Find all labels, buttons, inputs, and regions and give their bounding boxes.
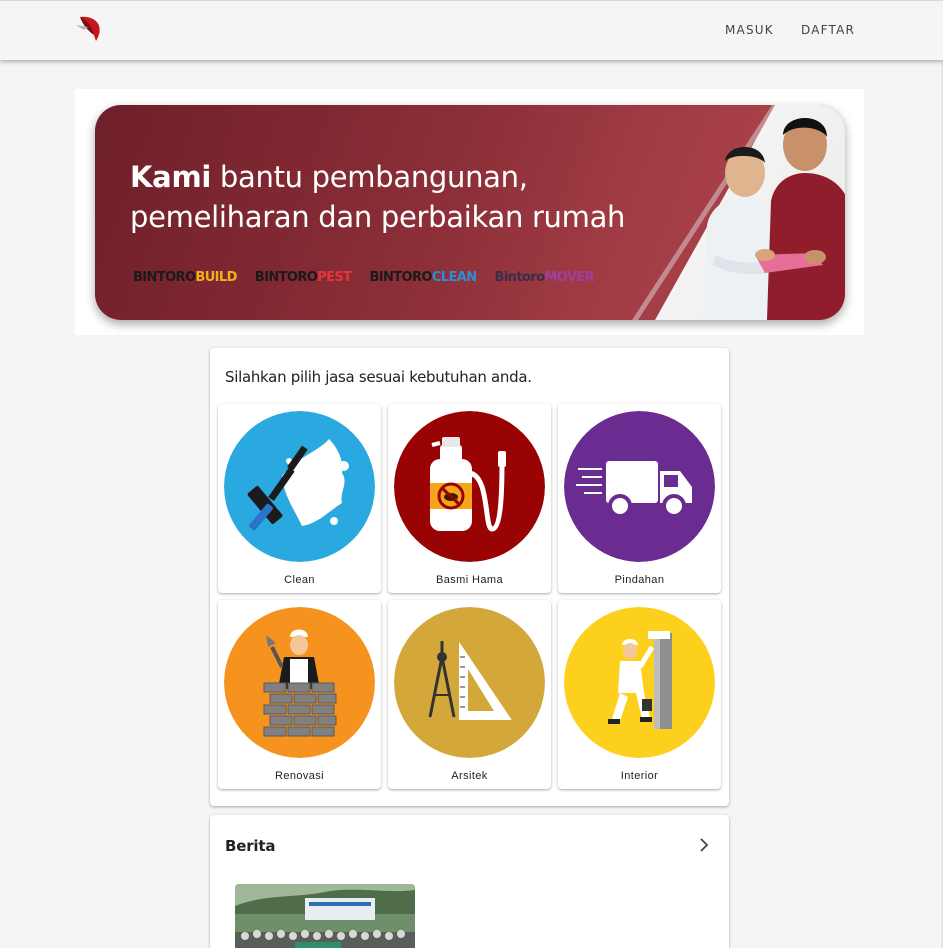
service-selection-card: Silahkan pilih jasa sesuai kebutuhan and… bbox=[210, 348, 729, 806]
banner-headline: Kami bantu pembangunan, pemeliharan dan … bbox=[130, 157, 650, 237]
chevron-right-icon[interactable] bbox=[696, 837, 712, 853]
service-architect-label: Arsitek bbox=[451, 770, 488, 782]
painter-icon bbox=[564, 607, 715, 758]
service-moving-label: Pindahan bbox=[614, 574, 665, 586]
bintoro-logo-icon[interactable] bbox=[74, 13, 106, 45]
brand-logos: BINTOROBUILD BINTOROPEST BINTOROCLEAN Bi… bbox=[133, 270, 595, 285]
spray-bottle-icon bbox=[394, 411, 545, 562]
service-clean[interactable]: Clean bbox=[218, 404, 381, 593]
news-title: Berita bbox=[225, 837, 276, 855]
banner-headline-bold: Kami bbox=[130, 160, 211, 194]
service-renovation-label: Renovasi bbox=[274, 770, 325, 782]
service-heading: Silahkan pilih jasa sesuai kebutuhan and… bbox=[225, 368, 532, 386]
hero-banner-panel: Kami bantu pembangunan, pemeliharan dan … bbox=[95, 105, 845, 320]
news-thumbnail[interactable] bbox=[235, 884, 415, 948]
brand-pest-logo: BINTOROPEST bbox=[254, 270, 352, 285]
brand-build-logo: BINTOROBUILD bbox=[133, 270, 237, 285]
service-renovation[interactable]: Renovasi bbox=[218, 600, 381, 789]
service-interior[interactable]: Interior bbox=[558, 600, 721, 789]
bricklayer-icon bbox=[224, 607, 375, 758]
register-button[interactable]: DAFTAR bbox=[801, 23, 855, 37]
news-card: Berita bbox=[210, 815, 729, 948]
moving-truck-icon bbox=[564, 411, 715, 562]
hero-banner: Kami bantu pembangunan, pemeliharan dan … bbox=[75, 89, 864, 335]
service-moving[interactable]: Pindahan bbox=[558, 404, 721, 593]
brand-clean-logo: BINTOROCLEAN bbox=[369, 270, 477, 285]
service-architect[interactable]: Arsitek bbox=[388, 600, 551, 789]
banner-headline-line2: pemeliharan dan perbaikan rumah bbox=[130, 200, 626, 234]
app-bar: MASUK DAFTAR bbox=[0, 0, 943, 60]
banner-headline-line1: bantu pembangunan, bbox=[211, 160, 528, 194]
service-pest-control[interactable]: Basmi Hama bbox=[388, 404, 551, 593]
banner-people-photo bbox=[703, 118, 845, 320]
service-interior-label: Interior bbox=[620, 770, 659, 782]
service-clean-label: Clean bbox=[284, 574, 315, 586]
compass-ruler-icon bbox=[394, 607, 545, 758]
squeegee-icon bbox=[224, 411, 375, 562]
brand-mover-logo: BintoroMOVER bbox=[494, 270, 595, 285]
service-pest-control-label: Basmi Hama bbox=[436, 574, 503, 586]
login-button[interactable]: MASUK bbox=[725, 23, 774, 37]
